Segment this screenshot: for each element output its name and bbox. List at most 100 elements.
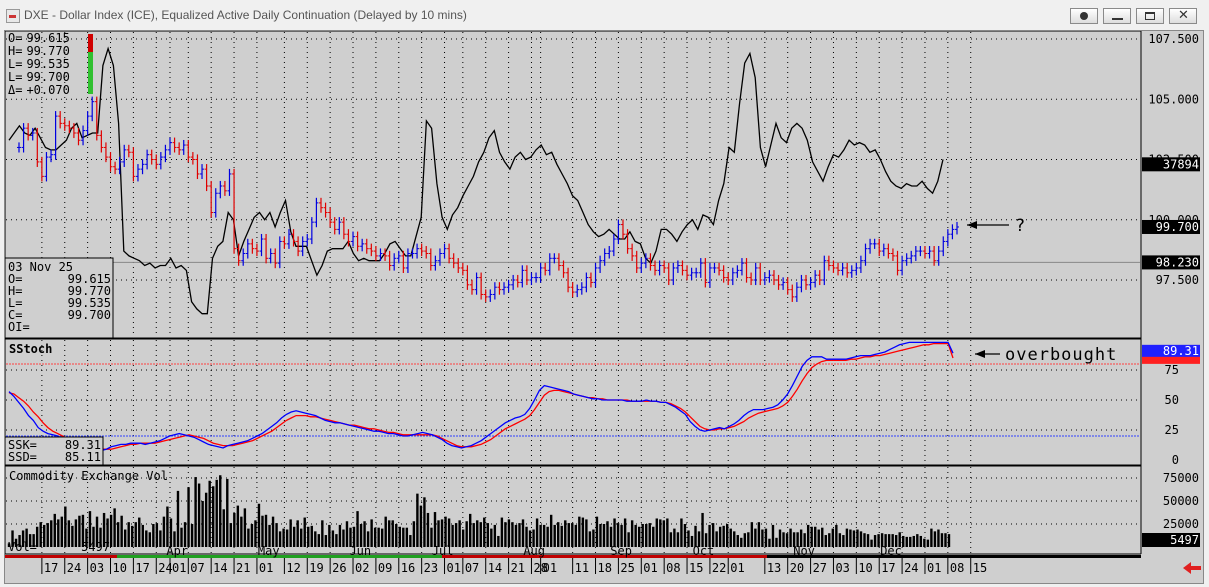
overbought-text: overbought bbox=[1005, 345, 1117, 365]
volume-bar bbox=[166, 506, 169, 547]
volume-bar bbox=[490, 528, 493, 547]
volume-bar bbox=[902, 535, 905, 547]
volume-bar bbox=[919, 535, 923, 547]
day-label: 01 bbox=[927, 561, 941, 575]
day-label: 25 bbox=[620, 561, 634, 575]
volume-bar bbox=[916, 534, 919, 547]
price-tag-text: 99.700 bbox=[1156, 220, 1199, 234]
volume-bar bbox=[116, 522, 120, 547]
volume-bar bbox=[292, 526, 296, 547]
chart-window: 107.500105.000102.500100.00097.500755025… bbox=[4, 30, 1204, 584]
volume-bar bbox=[264, 514, 268, 547]
record-button[interactable] bbox=[1070, 8, 1098, 24]
day-label: 26 bbox=[332, 561, 346, 575]
volume-bar bbox=[222, 509, 225, 547]
volume-bar bbox=[303, 517, 306, 547]
maximize-button[interactable] bbox=[1136, 8, 1164, 24]
volume-bar bbox=[782, 532, 785, 547]
volume-tick-label: 75000 bbox=[1163, 471, 1199, 485]
volume-bar bbox=[226, 478, 229, 547]
volume-bar bbox=[458, 520, 461, 547]
minimize-button[interactable] bbox=[1103, 8, 1131, 24]
day-label: 15 bbox=[689, 561, 703, 575]
volume-tick-label: 50000 bbox=[1163, 494, 1199, 508]
volume-bar bbox=[757, 522, 761, 547]
volume-bar bbox=[461, 529, 465, 547]
volume-bar bbox=[701, 512, 704, 547]
volume-bar bbox=[307, 526, 310, 547]
volume-bar bbox=[852, 530, 856, 547]
volume-bar bbox=[240, 516, 243, 547]
volume-bar bbox=[187, 487, 190, 547]
volume-bar bbox=[377, 527, 380, 547]
volume-bar bbox=[409, 535, 412, 547]
day-label: 14 bbox=[488, 561, 502, 575]
volume-bar bbox=[416, 493, 419, 547]
volume-bar bbox=[236, 505, 240, 547]
volume-bar bbox=[46, 523, 49, 547]
volume-bar bbox=[778, 529, 782, 547]
volume-bar bbox=[824, 535, 827, 547]
volume-bar bbox=[602, 524, 606, 547]
volume-bar bbox=[373, 527, 377, 547]
volume-bar bbox=[623, 518, 627, 547]
volume-bar bbox=[486, 523, 490, 547]
volume-bar bbox=[296, 520, 299, 547]
day-label: 10 bbox=[113, 561, 127, 575]
day-label: 21 bbox=[236, 561, 250, 575]
volume-bar bbox=[729, 528, 732, 547]
volume-bar bbox=[944, 533, 947, 547]
day-label: 08 bbox=[950, 561, 964, 575]
day-label: 23 bbox=[424, 561, 438, 575]
volume-bar bbox=[412, 521, 416, 547]
volume-bar bbox=[775, 537, 778, 547]
volume-bar bbox=[152, 524, 155, 547]
volume-bar bbox=[138, 517, 141, 547]
close-button[interactable]: ✕ bbox=[1169, 8, 1197, 24]
volume-bar bbox=[655, 518, 658, 547]
volume-bar bbox=[479, 522, 482, 547]
month-label: Nov bbox=[793, 544, 815, 558]
vol-value: 5497 bbox=[81, 540, 110, 554]
readout-row: Δ= +0.070 bbox=[8, 83, 70, 97]
day-label: 01 bbox=[730, 561, 744, 575]
volume-bar bbox=[131, 525, 134, 547]
volume-bar bbox=[648, 523, 651, 547]
question-mark-text: ? bbox=[1015, 216, 1025, 236]
volume-bar bbox=[595, 516, 599, 547]
volume-bar bbox=[662, 520, 666, 547]
volume-bar bbox=[345, 521, 349, 547]
readout-row: H= 99.770 bbox=[8, 44, 70, 58]
volume-bar bbox=[578, 516, 581, 547]
volume-bar bbox=[162, 516, 166, 547]
volume-bar bbox=[335, 534, 338, 547]
stoch-panel[interactable] bbox=[4, 338, 1142, 466]
chart-canvas[interactable]: 107.500105.000102.500100.00097.500755025… bbox=[4, 30, 1203, 583]
volume-bar bbox=[356, 511, 359, 547]
volume-bar bbox=[465, 521, 468, 547]
month-label: Jun bbox=[349, 544, 371, 558]
volume-tag-text: 5497 bbox=[1170, 533, 1199, 547]
volume-bar bbox=[680, 518, 683, 547]
stoch-tick-label: 75 bbox=[1165, 363, 1179, 377]
day-label: 14 bbox=[213, 561, 227, 575]
volume-bar bbox=[141, 524, 144, 547]
title-bar: DXE - Dollar Index (ICE), Equalized Acti… bbox=[0, 0, 1209, 30]
volume-bar bbox=[423, 497, 426, 547]
price-axis[interactable] bbox=[1141, 31, 1203, 338]
day-label: 22 bbox=[712, 561, 726, 575]
volume-bar bbox=[761, 529, 764, 547]
volume-bar bbox=[613, 518, 616, 547]
volume-bar bbox=[511, 522, 514, 547]
volume-bar bbox=[204, 492, 208, 547]
day-label: 19 bbox=[309, 561, 323, 575]
volume-bar bbox=[535, 518, 539, 547]
volume-bar bbox=[282, 528, 285, 547]
data-box: 03 Nov 25 O= 99.615 H= 99.770 L= 99.535 … bbox=[4, 257, 114, 339]
volume-bar bbox=[433, 512, 437, 547]
day-label: 01 bbox=[447, 561, 461, 575]
month-label: Aug bbox=[523, 544, 545, 558]
volume-bar bbox=[233, 512, 236, 547]
volume-bar bbox=[764, 528, 768, 547]
volume-bar bbox=[909, 536, 912, 547]
